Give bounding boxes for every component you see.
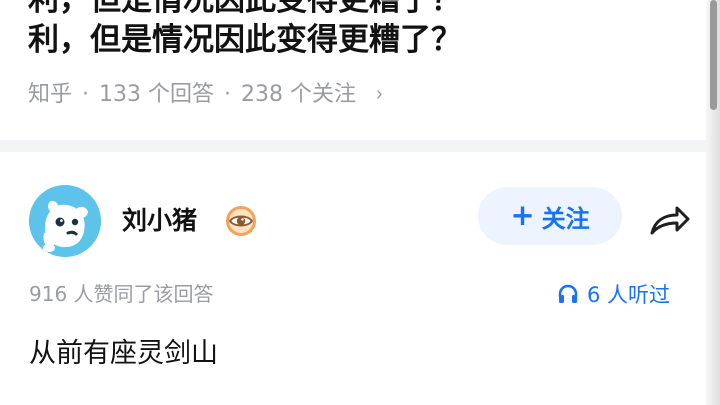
scrollbar-thumb[interactable]	[710, 0, 717, 110]
plus-icon: +	[510, 197, 535, 232]
source-label: 知乎	[28, 82, 73, 107]
share-icon	[650, 206, 690, 235]
question-header: 利，但是情况因此变得更糟了？ 利，但是情况因此变得更糟了？ 知乎 · 133 个…	[0, 0, 706, 140]
follow-button[interactable]: + 关注	[478, 187, 622, 245]
meta-separator: ·	[82, 82, 90, 107]
question-title-partial-text: 利，但是情况因此变得更糟了？	[28, 0, 462, 18]
share-button[interactable]	[643, 200, 691, 240]
answer-count: 133 个回答	[99, 82, 215, 107]
answer-vote-count: 916 人赞同了该回答	[29, 282, 214, 306]
answer-card: 刘小猪 + 关注 916 人赞同了该回答 6 人听过 从前有座灵剑山	[0, 152, 706, 405]
question-title-partial-line: 利，但是情况因此变得更糟了？	[28, 0, 462, 20]
follow-count: 238 个关注	[241, 82, 357, 107]
zhihu-answer-screen: 利，但是情况因此变得更糟了？ 利，但是情况因此变得更糟了？ 知乎 · 133 个…	[0, 0, 706, 405]
eye-badge-icon	[226, 206, 256, 236]
chevron-right-icon: ›	[375, 82, 383, 107]
screen-edge	[706, 0, 720, 405]
meta-separator: ·	[224, 82, 232, 107]
headphone-icon	[558, 284, 578, 303]
answer-content[interactable]: 从前有座灵剑山	[29, 336, 218, 372]
section-divider	[0, 140, 706, 152]
author-avatar[interactable]	[29, 185, 101, 257]
listen-count-label: 6 人听过	[587, 283, 671, 307]
question-meta[interactable]: 知乎 · 133 个回答 · 238 个关注 ›	[28, 80, 384, 110]
author-name[interactable]: 刘小猪	[122, 204, 197, 238]
follow-button-label: 关注	[541, 204, 590, 233]
author-badge	[224, 204, 258, 238]
dog-avatar-icon	[29, 185, 101, 257]
listen-count[interactable]: 6 人听过	[556, 280, 670, 308]
question-title-line[interactable]: 利，但是情况因此变得更糟了？	[28, 20, 462, 60]
